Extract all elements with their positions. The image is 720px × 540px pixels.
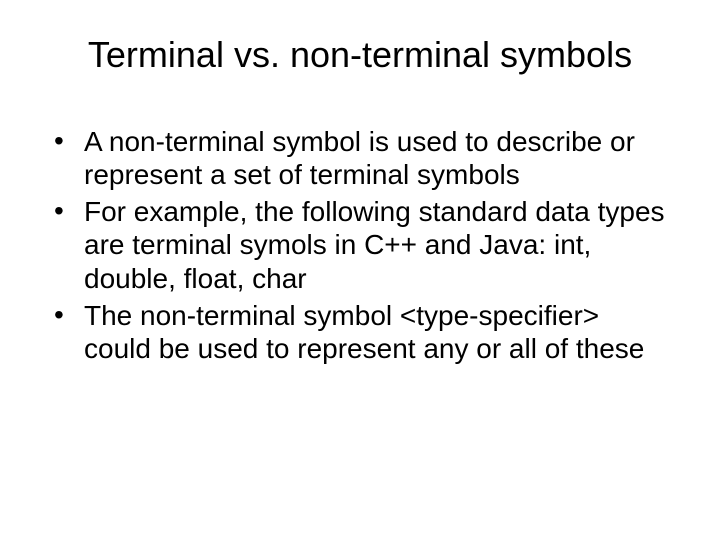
list-item: For example, the following standard data… [48, 195, 672, 294]
slide-title: Terminal vs. non-terminal symbols [48, 34, 672, 75]
bullet-list: A non-terminal symbol is used to describ… [48, 125, 672, 364]
list-item: The non-terminal symbol <type-specifier>… [48, 299, 672, 365]
list-item: A non-terminal symbol is used to describ… [48, 125, 672, 191]
slide: Terminal vs. non-terminal symbols A non-… [0, 0, 720, 540]
slide-body: A non-terminal symbol is used to describ… [48, 125, 672, 364]
